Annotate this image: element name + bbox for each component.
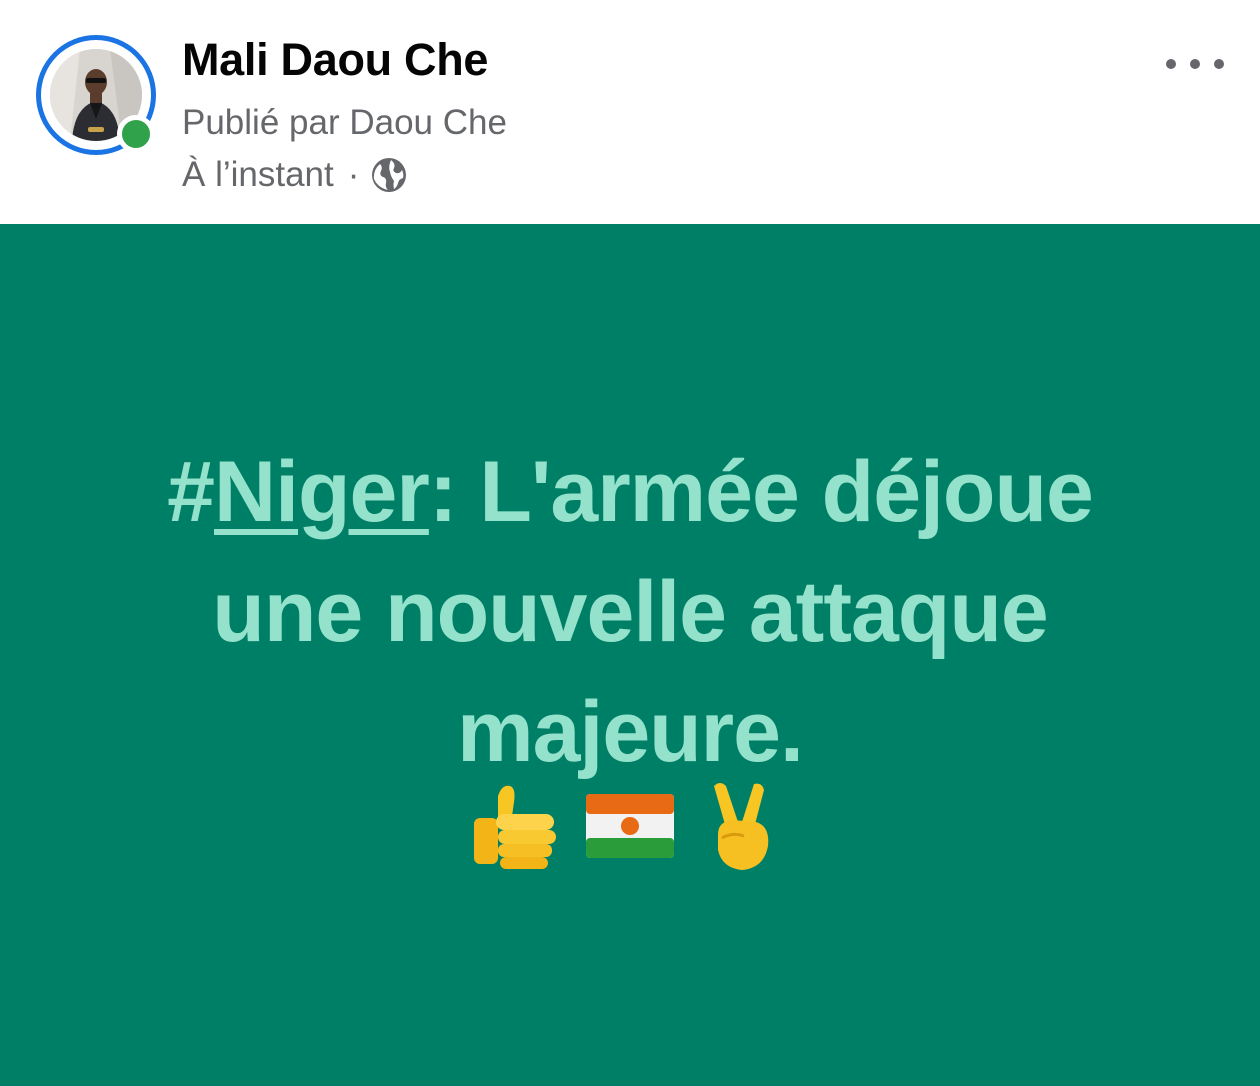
page-name-link[interactable]: Mali Daou Che	[182, 34, 488, 86]
published-by-label: Publié par Daou Che	[182, 103, 507, 142]
emoji-row	[0, 776, 1260, 876]
victory-hand-icon	[692, 776, 792, 876]
post-header: Mali Daou Che Publié par Daou Che À l’in…	[0, 0, 1260, 224]
facebook-post: Mali Daou Che Publié par Daou Che À l’in…	[0, 0, 1260, 1086]
niger-flag-icon	[580, 776, 680, 876]
hashtag-link[interactable]: #Niger	[167, 444, 430, 540]
more-dot	[1190, 59, 1200, 69]
more-dot	[1166, 59, 1176, 69]
thumbs-up-icon	[468, 776, 568, 876]
post-background: #Niger: L'armée déjoue une nouvelle atta…	[0, 224, 1260, 1086]
post-timestamp[interactable]: À l’instant	[182, 155, 334, 195]
hashtag-symbol: #	[167, 444, 215, 540]
post-text: #Niger: L'armée déjoue une nouvelle atta…	[90, 432, 1170, 792]
meta-separator: ·	[347, 155, 360, 194]
more-options-button[interactable]	[1166, 50, 1224, 78]
online-status-indicator	[117, 115, 155, 153]
more-dot	[1214, 59, 1224, 69]
hashtag-word: Niger	[214, 444, 430, 540]
post-meta: À l’instant ·	[182, 154, 409, 196]
globe-icon[interactable]	[369, 155, 409, 195]
